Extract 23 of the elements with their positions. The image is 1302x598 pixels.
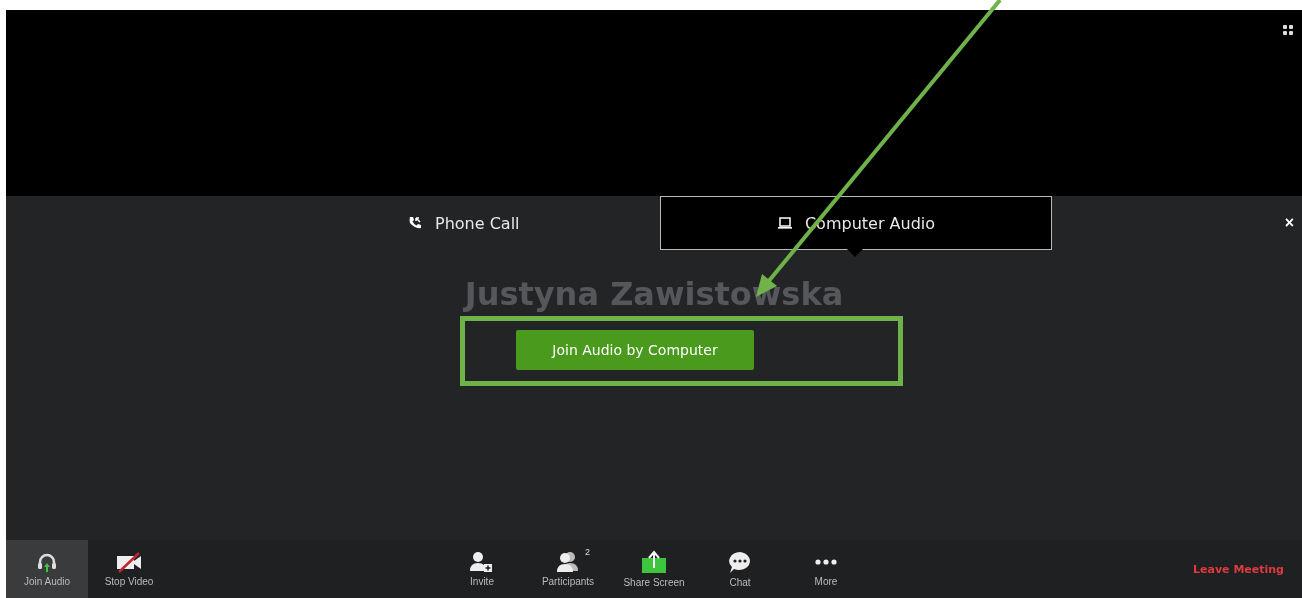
toolbar-button[interactable]: Join Audio xyxy=(6,540,88,598)
toolbar-button[interactable]: Chat xyxy=(699,540,781,598)
toolbar-button[interactable]: Share Screen xyxy=(613,540,695,598)
people-icon xyxy=(555,551,581,573)
toolbar-button[interactable]: 2 Participants xyxy=(527,540,609,598)
toolbar-button[interactable]: More xyxy=(785,540,867,598)
phone-icon xyxy=(407,215,423,231)
share-screen-icon xyxy=(641,550,667,574)
more-icon xyxy=(815,559,837,565)
tab-pointer xyxy=(847,249,863,257)
chat-bubble-icon xyxy=(727,550,753,574)
close-button[interactable]: × xyxy=(1280,214,1298,232)
toolbar-button[interactable]: Stop Video xyxy=(88,540,170,598)
laptop-icon xyxy=(776,216,793,230)
leave-meeting-button[interactable]: Leave Meeting xyxy=(1187,561,1290,577)
toolbar-button[interactable]: Invite xyxy=(441,540,523,598)
join-audio-button[interactable]: Join Audio by Computer xyxy=(516,330,754,370)
video-off-icon xyxy=(115,551,143,573)
add-person-icon xyxy=(469,551,495,573)
fullscreen-icon[interactable] xyxy=(1282,24,1294,36)
participant-count: 2 xyxy=(585,547,590,557)
audio-tab[interactable]: Phone Call xyxy=(396,198,660,248)
headphones-icon xyxy=(36,551,58,573)
